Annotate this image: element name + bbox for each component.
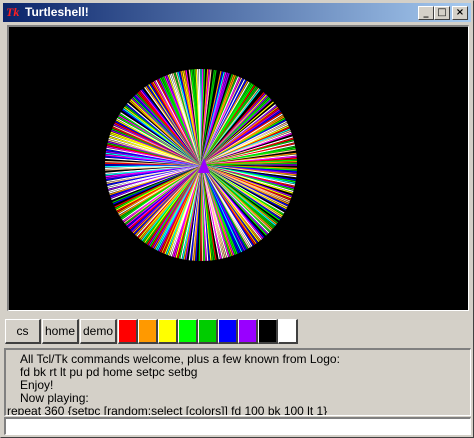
demo-button[interactable]: demo [80, 319, 117, 344]
color-swatch[interactable] [138, 319, 158, 344]
color-swatch[interactable] [218, 319, 238, 344]
color-swatch[interactable] [118, 319, 138, 344]
console-line: repeat 360 {setpc [random:select [colors… [7, 404, 328, 416]
tk-feather-icon[interactable]: Tk [6, 5, 21, 20]
turtle-canvas[interactable] [7, 25, 469, 311]
starburst-drawing [104, 68, 298, 262]
window-title: Turtleshell! [25, 5, 89, 19]
minimize-button[interactable]: _ [418, 6, 434, 20]
maximize-button[interactable]: □ [434, 6, 450, 20]
color-swatch[interactable] [158, 319, 178, 344]
title-bar[interactable]: Tk Turtleshell! _ □ × [3, 3, 471, 22]
color-swatch[interactable] [198, 319, 218, 344]
command-input[interactable] [4, 417, 471, 435]
close-button[interactable]: × [452, 6, 468, 20]
turtle-drawing [104, 68, 298, 262]
console-output: All Tcl/Tk commands welcome, plus a few … [4, 348, 471, 416]
color-swatch[interactable] [178, 319, 198, 344]
home-button[interactable]: home [42, 319, 79, 344]
color-swatch[interactable] [258, 319, 278, 344]
color-swatch[interactable] [238, 319, 258, 344]
app-window: Tk Turtleshell! _ □ × cs home demo All T… [0, 0, 474, 438]
color-swatch[interactable] [278, 319, 298, 344]
toolbar: cs home demo [3, 314, 471, 346]
cs-button[interactable]: cs [5, 319, 41, 344]
